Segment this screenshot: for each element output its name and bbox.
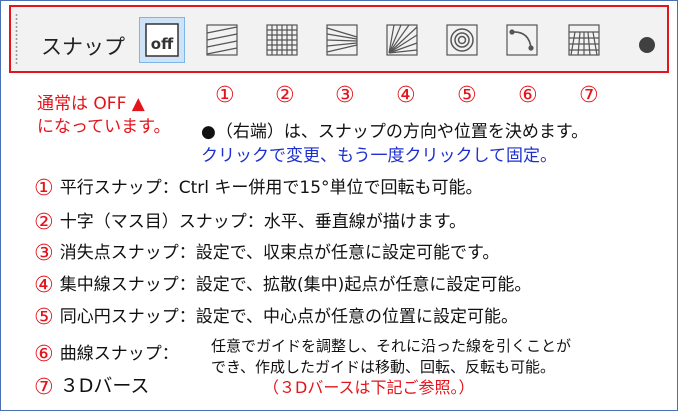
3d-snap-button[interactable] bbox=[561, 17, 607, 63]
list-item-3d: ⑦ ３Dバース bbox=[34, 371, 149, 400]
item-text: 消失点スナップ：設定で、収束点が任意に設定可能です。 bbox=[59, 243, 500, 263]
item-number: ⑤ bbox=[34, 305, 54, 330]
list-item-parallel: ① 平行スナップ：Ctrl キー併用で15°単位で回転も可能。 bbox=[34, 173, 483, 201]
number-marker-7: ⑦ bbox=[579, 83, 599, 108]
grid-icon bbox=[266, 24, 298, 56]
list-item-vanishing: ③ 消失点スナップ：設定で、収束点が任意に設定可能です。 bbox=[34, 238, 499, 266]
item-number: ③ bbox=[34, 241, 54, 266]
snap-label: スナップ bbox=[41, 35, 125, 59]
list-item-cross: ② 十字（マス目）スナップ：水平、垂直線が描けます。 bbox=[34, 207, 466, 235]
number-marker-1: ① bbox=[215, 83, 235, 108]
curve-icon bbox=[506, 24, 538, 56]
radial-lines-icon bbox=[386, 24, 418, 56]
item-number: ⑥ bbox=[34, 342, 54, 367]
dot-description: ●（右端）は、スナップの方向や位置を決めます。 bbox=[201, 122, 589, 142]
number-marker-6: ⑥ bbox=[518, 83, 538, 108]
item-text: 曲線スナップ： bbox=[59, 344, 179, 364]
default-off-note-line2: になっています。 bbox=[37, 117, 171, 137]
parallel-lines-icon bbox=[206, 24, 238, 56]
radial-snap-button[interactable] bbox=[379, 17, 425, 63]
item-number: ④ bbox=[34, 273, 54, 298]
number-marker-5: ⑤ bbox=[457, 83, 477, 108]
curve-detail-line1: 任意でガイドを調整し、それに沿った線を引くことが bbox=[211, 337, 572, 355]
number-marker-2: ② bbox=[275, 83, 295, 108]
3d-reference-note: （３Dバースは下記ご参照。） bbox=[263, 378, 475, 397]
item-number: ⑦ bbox=[34, 375, 54, 400]
list-item-concentric: ⑤ 同心円スナップ：設定で、中心点が任意の位置に設定可能。 bbox=[34, 302, 518, 330]
list-item-radial: ④ 集中線スナップ：設定で、拡散(集中)起点が任意に設定可能。 bbox=[34, 270, 531, 298]
parallel-snap-button[interactable] bbox=[199, 17, 245, 63]
item-text: 集中線スナップ：設定で、拡散(集中)起点が任意に設定可能。 bbox=[59, 275, 532, 295]
vanishing-snap-button[interactable] bbox=[319, 17, 365, 63]
off-icon-text: off bbox=[151, 35, 174, 53]
item-number: ① bbox=[34, 176, 54, 201]
3d-perspective-icon bbox=[568, 24, 600, 56]
curve-snap-button[interactable] bbox=[499, 17, 545, 63]
snap-toolbar: スナップ off bbox=[9, 5, 669, 73]
number-marker-4: ④ bbox=[396, 83, 416, 108]
item-text: ３Dバース bbox=[59, 375, 150, 397]
snap-off-button[interactable]: off bbox=[139, 17, 185, 63]
list-item-curve: ⑥ 曲線スナップ： bbox=[34, 339, 179, 367]
dot-menu-icon[interactable] bbox=[639, 37, 655, 53]
vanishing-point-icon bbox=[326, 24, 358, 56]
toolbar-grip-handle[interactable] bbox=[15, 13, 18, 65]
default-off-note: 通常は OFF ▲ bbox=[37, 94, 145, 114]
off-icon: off bbox=[145, 23, 179, 57]
item-text: 同心円スナップ：設定で、中心点が任意の位置に設定可能。 bbox=[59, 307, 519, 327]
click-instruction: クリックで変更、もう一度クリックして固定。 bbox=[201, 146, 557, 166]
concentric-circles-icon bbox=[446, 24, 478, 56]
number-marker-3: ③ bbox=[335, 83, 355, 108]
snap-help-panel: スナップ off 通常は OFF ▲ になっています。 ① ② ③ ④ ⑤ ⑥ … bbox=[0, 0, 678, 411]
item-text: 平行スナップ：Ctrl キー併用で15°単位で回転も可能。 bbox=[59, 178, 483, 198]
item-text: 十字（マス目）スナップ：水平、垂直線が描けます。 bbox=[59, 212, 467, 232]
concentric-snap-button[interactable] bbox=[439, 17, 485, 63]
item-number: ② bbox=[34, 210, 54, 235]
cross-snap-button[interactable] bbox=[259, 17, 305, 63]
